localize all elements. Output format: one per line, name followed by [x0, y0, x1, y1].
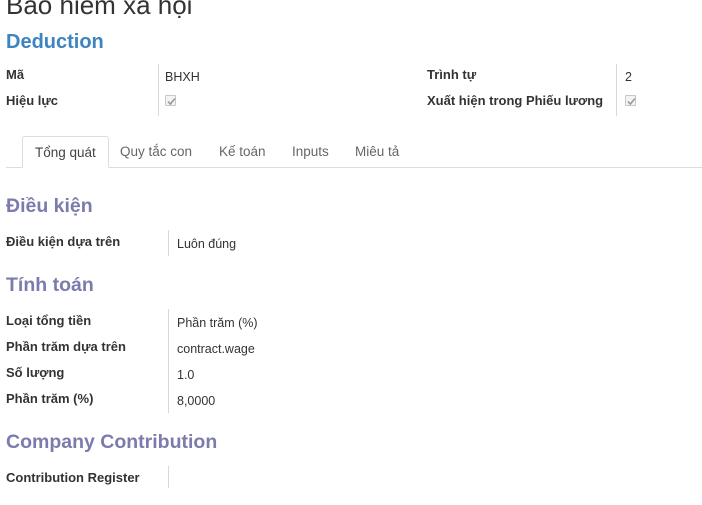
tab-child-rules[interactable]: Quy tắc con — [108, 136, 204, 168]
tab-accounting[interactable]: Kế toán — [207, 136, 278, 168]
sequence-field[interactable]: 2 — [625, 69, 632, 85]
record-title: Bảo hiểm xã hội — [6, 0, 193, 20]
record-category: Deduction — [6, 31, 104, 53]
computation-heading: Tính toán — [6, 274, 94, 296]
checkmark-icon — [627, 97, 636, 106]
tab-description[interactable]: Miêu tả — [343, 136, 411, 168]
quantity-field[interactable]: 1.0 — [177, 367, 194, 383]
percentage-divider — [168, 387, 169, 413]
contribution-register-divider — [168, 466, 169, 488]
percentage-label: Phần trăm (%) — [6, 391, 94, 406]
code-label: Mã — [6, 67, 25, 82]
condition-based-on-label: Điều kiện dựa trên — [6, 234, 121, 249]
percent-base-field[interactable]: contract.wage — [177, 341, 255, 357]
active-label: Hiệu lực — [6, 93, 59, 108]
percent-base-label: Phần trăm dựa trên — [6, 339, 126, 354]
company-contribution-heading: Company Contribution — [6, 431, 218, 453]
quantity-label: Số lượng — [6, 365, 65, 380]
appears-in-payslip-checkbox[interactable] — [625, 95, 636, 106]
condition-based-on-field[interactable]: Luôn đúng — [177, 236, 236, 252]
sequence-label: Trình tự — [427, 67, 477, 82]
code-divider — [158, 64, 159, 88]
tab-inputs[interactable]: Inputs — [280, 136, 341, 168]
percentage-field[interactable]: 8,0000 — [177, 393, 215, 409]
active-divider — [158, 88, 159, 116]
active-checkbox[interactable] — [165, 95, 176, 106]
amount-type-label: Loại tổng tiền — [6, 313, 92, 328]
appears-divider — [616, 88, 617, 116]
condition-divider — [168, 230, 169, 256]
sequence-divider — [616, 64, 617, 88]
code-field[interactable]: BHXH — [165, 69, 200, 85]
amount-type-field[interactable]: Phần trăm (%) — [177, 315, 258, 331]
contribution-register-label: Contribution Register — [6, 470, 140, 485]
quantity-divider — [168, 361, 169, 387]
appears-in-payslip-label: Xuất hiện trong Phiếu lương — [427, 93, 604, 108]
percent-base-divider — [168, 335, 169, 361]
amount-type-divider — [168, 309, 169, 335]
checkmark-icon — [167, 97, 176, 106]
tab-general[interactable]: Tổng quát — [22, 136, 109, 168]
conditions-heading: Điều kiện — [6, 195, 93, 217]
